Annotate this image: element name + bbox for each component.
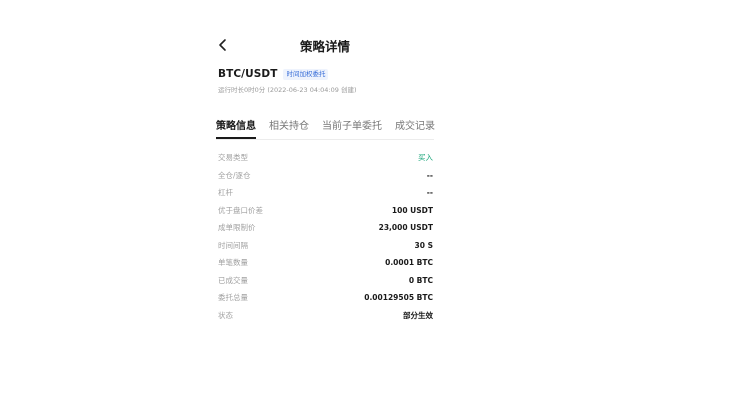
detail-label: 委托总量 (218, 293, 248, 303)
detail-label: 优于盘口价差 (218, 205, 263, 215)
detail-value: 30 S (414, 240, 433, 250)
detail-label: 已成交量 (218, 275, 248, 285)
detail-row-limit-price: 成单限制价 23,000 USDT (218, 219, 433, 237)
tabs-divider (216, 139, 434, 140)
detail-value: 0 BTC (408, 275, 433, 285)
detail-label: 时间间隔 (218, 240, 248, 250)
trading-pair: BTC/USDT (218, 68, 278, 80)
detail-row-trade-type: 交易类型 买入 (218, 149, 433, 167)
detail-row-leverage: 杠杆 -- (218, 184, 433, 202)
strategy-info-list: 交易类型 买入 全仓/逐仓 -- 杠杆 -- 优于盘口价差 100 USDT 成… (218, 149, 433, 324)
detail-row-status: 状态 部分生效 (218, 307, 433, 325)
detail-value: 买入 (418, 153, 433, 163)
detail-value: -- (426, 188, 433, 198)
page-title: 策略详情 (299, 39, 350, 54)
detail-value: 0.0001 BTC (385, 258, 433, 268)
detail-label: 成单限制价 (218, 223, 256, 233)
detail-value: 0.00129505 BTC (364, 293, 433, 303)
detail-value: -- (426, 170, 433, 180)
detail-value: 部分生效 (403, 310, 433, 320)
detail-label: 全仓/逐仓 (218, 170, 251, 180)
detail-row-total-qty: 委托总量 0.00129505 BTC (218, 289, 433, 307)
tab-strategy-info[interactable]: 策略信息 (216, 117, 256, 139)
detail-row-filled-qty: 已成交量 0 BTC (218, 272, 433, 290)
detail-label: 单笔数量 (218, 258, 248, 268)
detail-tabs: 策略信息 相关持仓 当前子单委托 成交记录 (216, 117, 435, 139)
detail-row-interval: 时间间隔 30 S (218, 237, 433, 255)
detail-row-single-qty: 单笔数量 0.0001 BTC (218, 254, 433, 272)
detail-row-price-spread: 优于盘口价差 100 USDT (218, 202, 433, 220)
detail-label: 杠杆 (218, 188, 233, 198)
runtime-info: 运行时长0时0分 (2022-06-23 04:04:09 创建) (218, 86, 357, 94)
pair-header: BTC/USDT 时间加权委托 (218, 68, 329, 80)
tab-related-positions[interactable]: 相关持仓 (269, 117, 309, 139)
detail-label: 状态 (218, 310, 233, 320)
detail-value: 23,000 USDT (378, 223, 433, 233)
strategy-type-badge: 时间加权委托 (283, 68, 329, 80)
detail-row-margin-mode: 全仓/逐仓 -- (218, 167, 433, 185)
tab-current-child-orders[interactable]: 当前子单委托 (322, 117, 382, 139)
detail-label: 交易类型 (218, 153, 248, 163)
tab-trade-records[interactable]: 成交记录 (395, 117, 435, 139)
strategy-detail-screen: 策略详情 BTC/USDT 时间加权委托 运行时长0时0分 (2022-06-2… (0, 0, 750, 399)
detail-value: 100 USDT (391, 205, 433, 215)
